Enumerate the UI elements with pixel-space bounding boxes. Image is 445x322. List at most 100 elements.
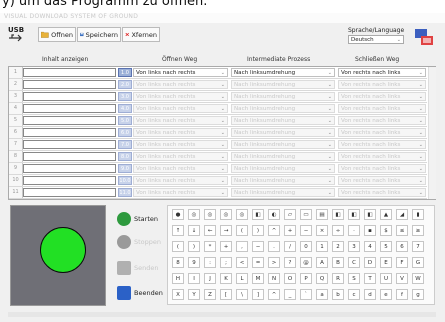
keypad-key[interactable]: ` — [300, 289, 312, 300]
intermediate-select[interactable]: Nach linksumdrehung ⌄ — [231, 152, 335, 161]
row-tag[interactable]: 6.0 — [118, 128, 132, 137]
close-path-select[interactable]: Von rechts nach links ⌄ — [338, 116, 426, 125]
keypad-key[interactable]: + — [284, 225, 296, 236]
close-path-select[interactable]: Von rechts nach links ⌄ — [338, 152, 426, 161]
intermediate-select[interactable]: Nach linksumdrehung ⌄ — [231, 176, 335, 185]
close-path-select[interactable]: Von rechts nach links ⌄ — [338, 104, 426, 113]
keypad-key[interactable]: ( — [172, 241, 184, 252]
keypad-key[interactable]: S — [348, 273, 360, 284]
keypad-key[interactable]: A — [316, 257, 328, 268]
keypad-key[interactable]: P — [300, 273, 312, 284]
keypad-key[interactable]: L — [236, 273, 248, 284]
keypad-key[interactable]: ▤ — [316, 209, 328, 220]
close-path-select[interactable]: Von rechts nach links ⌄ — [338, 140, 426, 149]
content-field[interactable] — [23, 80, 116, 89]
keypad-key[interactable]: I — [188, 273, 200, 284]
keypad-key[interactable]: 6 — [396, 241, 408, 252]
keypad-key[interactable]: ) — [252, 225, 264, 236]
open-path-select[interactable]: Von links nach rechts ⌄ — [133, 152, 228, 161]
keypad-key[interactable]: 5 — [380, 241, 392, 252]
intermediate-select[interactable]: Nach linksumdrehung ⌄ — [231, 116, 335, 125]
intermediate-select[interactable]: Nach linksumdrehung ⌄ — [231, 92, 335, 101]
open-path-select[interactable]: Von links nach rechts ⌄ — [133, 164, 228, 173]
open-path-select[interactable]: Von links nach rechts ⌄ — [133, 140, 228, 149]
keypad-key[interactable]: N — [268, 273, 280, 284]
row-tag[interactable]: 11.0 — [118, 188, 132, 197]
row-tag[interactable]: 2.0 — [118, 80, 132, 89]
keypad-key[interactable]: ◧ — [332, 209, 344, 220]
keypad-key[interactable]: e — [380, 289, 392, 300]
open-path-select[interactable]: Von links nach rechts ⌄ — [133, 104, 228, 113]
intermediate-select[interactable]: Nach linksumdrehung ⌄ — [231, 188, 335, 197]
keypad-key[interactable]: ▪ — [364, 225, 376, 236]
keypad-key[interactable]: @ — [300, 257, 312, 268]
keypad-key[interactable]: a — [316, 289, 328, 300]
keypad-key[interactable]: b — [332, 289, 344, 300]
keypad-key[interactable]: X — [172, 289, 184, 300]
intermediate-select[interactable]: Nach linksumdrehung ⌄ — [231, 80, 335, 89]
language-select[interactable]: Deutsch ⌄ — [348, 35, 404, 44]
keypad-key[interactable]: U — [380, 273, 392, 284]
close-path-select[interactable]: Von rechts nach links ⌄ — [338, 188, 426, 197]
intermediate-select[interactable]: Nach linksumdrehung ⌄ — [231, 140, 335, 149]
keypad-key[interactable]: ▱ — [284, 209, 296, 220]
keypad-key[interactable]: g — [412, 289, 424, 300]
exit-button[interactable]: Beenden — [117, 283, 167, 303]
keypad-key[interactable]: d — [364, 289, 376, 300]
keypad-key[interactable]: < — [236, 257, 248, 268]
keypad-key[interactable]: J — [204, 273, 216, 284]
keypad-key[interactable]: ◐ — [268, 209, 280, 220]
keypad-key[interactable]: D — [364, 257, 376, 268]
open-path-select[interactable]: Von links nach rechts ⌄ — [133, 68, 228, 77]
keypad-key[interactable]: ( — [236, 225, 248, 236]
keypad-key[interactable]: . — [268, 241, 280, 252]
keypad-key[interactable]: M — [252, 273, 264, 284]
send-button[interactable]: Senden — [117, 258, 167, 278]
keypad-key[interactable]: ] — [252, 289, 264, 300]
content-field[interactable] — [23, 140, 116, 149]
close-path-select[interactable]: Von rechts nach links ⌄ — [338, 164, 426, 173]
keypad-key[interactable]: ◎ — [188, 209, 200, 220]
keypad-key[interactable]: ≥ — [412, 225, 424, 236]
content-field[interactable] — [23, 176, 116, 185]
keypad-key[interactable]: ◧ — [252, 209, 264, 220]
open-path-select[interactable]: Von links nach rechts ⌄ — [133, 176, 228, 185]
keypad-key[interactable]: / — [284, 241, 296, 252]
keypad-key[interactable]: C — [348, 257, 360, 268]
keypad-key[interactable]: + — [220, 241, 232, 252]
keypad-key[interactable]: ↑ — [172, 225, 184, 236]
keypad-key[interactable]: − — [300, 225, 312, 236]
keypad-key[interactable]: _ — [284, 289, 296, 300]
keypad-key[interactable]: ≤ — [396, 225, 408, 236]
keypad-key[interactable]: c — [348, 289, 360, 300]
keypad-key[interactable]: ● — [172, 209, 184, 220]
open-path-select[interactable]: Von links nach rechts ⌄ — [133, 80, 228, 89]
row-tag[interactable]: 7.0 — [118, 140, 132, 149]
keypad-key[interactable]: ▭ — [300, 209, 312, 220]
keypad-key[interactable]: ◎ — [204, 209, 216, 220]
close-path-select[interactable]: Von rechts nach links ⌄ — [338, 68, 426, 77]
keypad-key[interactable]: * — [204, 241, 216, 252]
keypad-key[interactable]: 1 — [316, 241, 328, 252]
content-field[interactable] — [23, 164, 116, 173]
keypad-key[interactable]: Q — [316, 273, 328, 284]
keypad-key[interactable]: ◧ — [364, 209, 376, 220]
intermediate-select[interactable]: Nach linksumdrehung ⌄ — [231, 128, 335, 137]
keypad-key[interactable]: 4 — [364, 241, 376, 252]
keypad-key[interactable]: 2 — [332, 241, 344, 252]
row-tag[interactable]: 1.0 — [118, 68, 132, 77]
keypad-key[interactable]: W — [412, 273, 424, 284]
open-path-select[interactable]: Von links nach rechts ⌄ — [133, 188, 228, 197]
keypad-key[interactable]: 9 — [188, 257, 200, 268]
keypad-key[interactable]: 0 — [300, 241, 312, 252]
keypad-key[interactable]: R — [332, 273, 344, 284]
keypad-key[interactable]: ^ — [268, 289, 280, 300]
keypad-key[interactable]: , — [236, 241, 248, 252]
keypad-key[interactable]: × — [316, 225, 328, 236]
content-field[interactable] — [23, 92, 116, 101]
language-flag-icon[interactable] — [413, 26, 435, 48]
content-field[interactable] — [23, 188, 116, 197]
row-tag[interactable]: 5.0 — [118, 116, 132, 125]
keypad-key[interactable]: ◎ — [236, 209, 248, 220]
keypad-key[interactable]: T — [364, 273, 376, 284]
